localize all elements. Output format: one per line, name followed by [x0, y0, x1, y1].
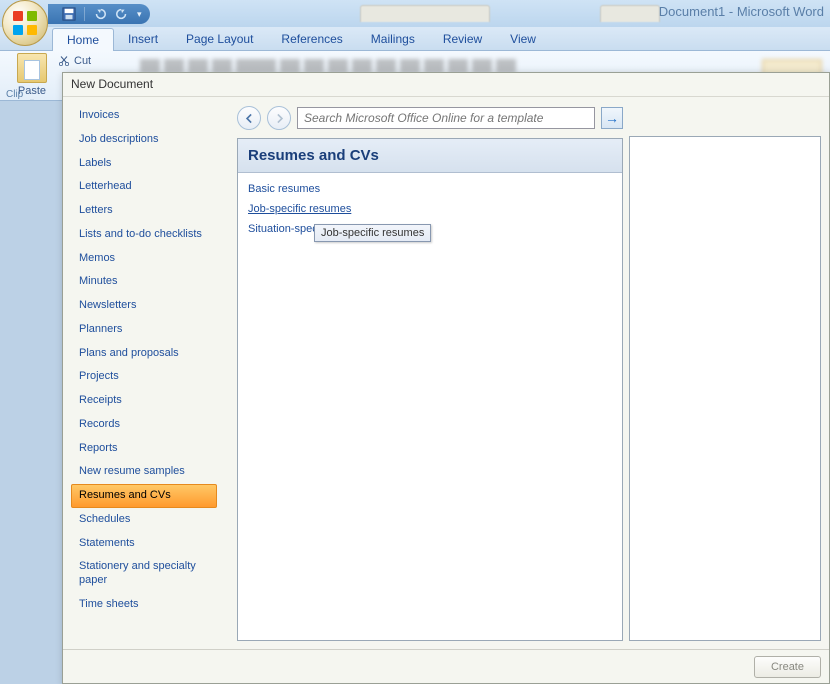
office-logo-icon — [13, 11, 37, 35]
results-links: Basic resumesJob-specific resumesSituati… — [238, 173, 622, 245]
template-category-pane: InvoicesJob descriptionsLabelsLetterhead… — [71, 104, 231, 641]
template-results-pane: → Resumes and CVs Basic resumesJob-speci… — [237, 104, 623, 641]
background-tab — [600, 5, 660, 22]
tab-review[interactable]: Review — [429, 28, 496, 50]
tab-page-layout[interactable]: Page Layout — [172, 28, 267, 50]
new-document-dialog: New Document InvoicesJob descriptionsLab… — [62, 72, 830, 684]
category-item[interactable]: Reports — [71, 437, 217, 461]
category-item[interactable]: Records — [71, 413, 217, 437]
ribbon-tabs: Home Insert Page Layout References Maili… — [0, 27, 830, 51]
category-item[interactable]: Newsletters — [71, 294, 217, 318]
search-go-button[interactable]: → — [601, 107, 623, 129]
category-item[interactable]: Statements — [71, 532, 217, 556]
nav-forward-button[interactable] — [267, 106, 291, 130]
template-search-input[interactable] — [297, 107, 595, 129]
category-item[interactable]: Labels — [71, 152, 217, 176]
arrow-right-icon: → — [605, 110, 619, 126]
template-preview-pane — [629, 136, 821, 641]
template-results-box: Resumes and CVs Basic resumesJob-specifi… — [237, 138, 623, 641]
result-link[interactable]: Job-specific resumes — [248, 199, 612, 219]
cut-label: Cut — [74, 55, 91, 67]
category-item[interactable]: Time sheets — [71, 593, 217, 617]
category-item[interactable]: Letters — [71, 199, 217, 223]
category-item[interactable]: Stationery and specialty paper — [71, 555, 217, 593]
arrow-right-icon — [273, 112, 286, 125]
quick-access-toolbar: ▾ — [48, 4, 150, 24]
category-item[interactable]: Planners — [71, 318, 217, 342]
create-button[interactable]: Create — [754, 656, 821, 678]
background-tab — [360, 5, 490, 22]
category-item[interactable]: Memos — [71, 247, 217, 271]
category-item[interactable]: Lists and to-do checklists — [71, 223, 217, 247]
category-item[interactable]: Plans and proposals — [71, 342, 217, 366]
save-icon[interactable] — [62, 7, 76, 21]
office-button[interactable] — [2, 0, 48, 46]
cut-button[interactable]: Cut — [58, 55, 91, 67]
category-item[interactable]: Letterhead — [71, 175, 217, 199]
nav-back-button[interactable] — [237, 106, 261, 130]
tab-view[interactable]: View — [496, 28, 550, 50]
result-link[interactable]: Basic resumes — [248, 179, 612, 199]
tab-mailings[interactable]: Mailings — [357, 28, 429, 50]
dialog-title: New Document — [63, 73, 829, 97]
arrow-left-icon — [243, 112, 256, 125]
dialog-footer: Create — [63, 649, 829, 683]
tooltip: Job-specific resumes — [314, 224, 431, 242]
tab-home[interactable]: Home — [52, 28, 114, 51]
category-item[interactable]: Job descriptions — [71, 128, 217, 152]
tab-insert[interactable]: Insert — [114, 28, 172, 50]
template-category-list[interactable]: InvoicesJob descriptionsLabelsLetterhead… — [71, 104, 217, 641]
template-search-row: → — [237, 104, 623, 132]
category-item[interactable]: Resumes and CVs — [71, 484, 217, 508]
results-heading: Resumes and CVs — [238, 139, 622, 173]
redo-icon[interactable] — [115, 7, 129, 21]
category-item[interactable]: Schedules — [71, 508, 217, 532]
paste-icon[interactable] — [17, 53, 47, 83]
qat-dropdown-icon[interactable]: ▾ — [137, 9, 142, 20]
tab-references[interactable]: References — [267, 28, 356, 50]
category-item[interactable]: New resume samples — [71, 460, 217, 484]
undo-icon[interactable] — [93, 7, 107, 21]
scissors-icon — [58, 55, 70, 67]
category-item[interactable]: Receipts — [71, 389, 217, 413]
category-item[interactable]: Invoices — [71, 104, 217, 128]
category-item[interactable]: Projects — [71, 365, 217, 389]
window-title: Document1 - Microsoft Word — [659, 4, 824, 19]
clipboard-group-label: Clip — [6, 89, 23, 100]
titlebar: ▾ Document1 - Microsoft Word — [0, 0, 830, 27]
category-item[interactable]: Minutes — [71, 270, 217, 294]
